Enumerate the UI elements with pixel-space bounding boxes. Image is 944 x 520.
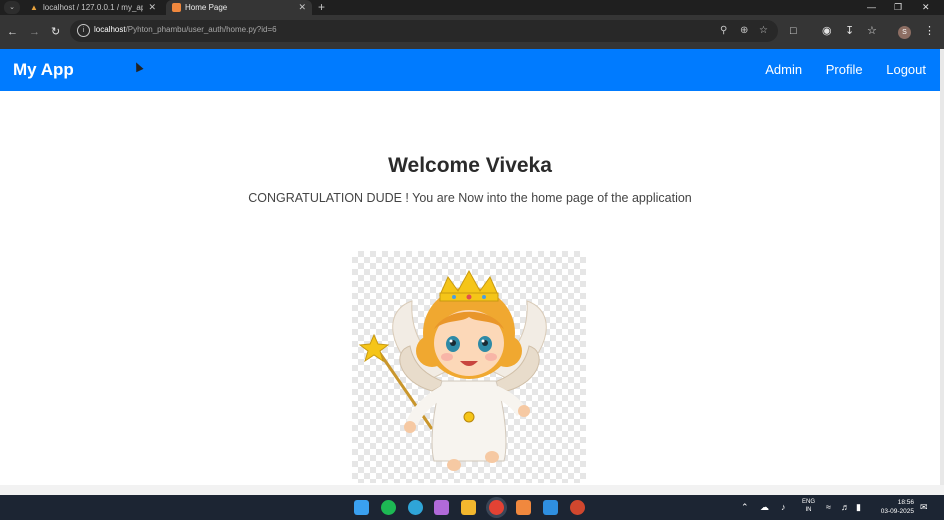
tray-chevron-icon[interactable]: ⌃ bbox=[741, 502, 749, 513]
password-key-icon[interactable]: ⚲ bbox=[720, 24, 727, 38]
notification-icon[interactable]: ✉ bbox=[920, 502, 928, 513]
page-favicon-icon bbox=[172, 3, 181, 12]
bookmark-star-icon[interactable]: ☆ bbox=[759, 24, 768, 38]
minimize-icon[interactable]: — bbox=[867, 0, 876, 15]
file-explorer-icon[interactable] bbox=[461, 500, 476, 515]
language-indicator[interactable]: ENG IN bbox=[802, 498, 815, 514]
angel-image bbox=[352, 251, 586, 483]
brand-logo[interactable]: My App bbox=[13, 60, 74, 80]
page-scrollbar[interactable] bbox=[940, 49, 944, 495]
battery-icon[interactable]: ▮ bbox=[856, 502, 861, 513]
zoom-icon[interactable]: ⊕ bbox=[740, 24, 748, 38]
reload-icon[interactable]: ↻ bbox=[51, 25, 60, 39]
angel-illustration-icon bbox=[358, 269, 547, 471]
windows-taskbar: ⌃ ☁ ♪ ENG IN ≈ ♬ ▮ 18:56 03-09-2025 ✉ bbox=[0, 495, 944, 520]
nav-link-profile[interactable]: Profile bbox=[826, 62, 863, 77]
cloud-offline-icon[interactable]: ☁ bbox=[760, 502, 769, 513]
tab-title: Home Page bbox=[185, 3, 228, 12]
system-clock[interactable]: 18:56 03-09-2025 bbox=[872, 498, 914, 516]
tab-home-page[interactable]: Home Page ✕ bbox=[166, 0, 312, 15]
restore-icon[interactable]: ❐ bbox=[894, 0, 902, 15]
browser-toolbar: ← → ↻ i localhost/Pyhton_phambu/user_aut… bbox=[0, 15, 944, 49]
tab-phpmyadmin[interactable]: ▲ localhost / 127.0.0.1 / my_app / ✕ bbox=[24, 0, 162, 15]
browser-menu-icon[interactable]: ⋮ bbox=[924, 24, 935, 38]
extensions-icon[interactable]: □ bbox=[790, 24, 797, 38]
tab-title: localhost / 127.0.0.1 / my_app / bbox=[43, 3, 143, 12]
window-close-icon[interactable]: ✕ bbox=[922, 0, 930, 15]
powerpoint-icon[interactable] bbox=[570, 500, 585, 515]
nav-link-logout[interactable]: Logout bbox=[886, 62, 926, 77]
wifi-icon[interactable]: ≈ bbox=[826, 502, 831, 513]
spotify-icon[interactable] bbox=[381, 500, 396, 515]
tab-close-icon[interactable]: ✕ bbox=[148, 0, 156, 15]
back-icon[interactable]: ← bbox=[7, 25, 18, 39]
profile-avatar[interactable]: S bbox=[898, 26, 911, 39]
download-icon[interactable]: ↧ bbox=[845, 24, 854, 38]
site-info-icon[interactable]: i bbox=[77, 24, 90, 37]
main-content: Welcome Viveka CONGRATULATION DUDE ! You… bbox=[0, 91, 940, 495]
microphone-icon[interactable]: ♪ bbox=[781, 502, 786, 513]
phpmyadmin-favicon-icon: ▲ bbox=[30, 3, 38, 12]
incognito-icon[interactable]: ◉ bbox=[822, 24, 832, 38]
welcome-heading: Welcome Viveka bbox=[388, 154, 552, 177]
xampp-icon[interactable] bbox=[516, 500, 531, 515]
nav-links: Admin Profile Logout bbox=[745, 62, 926, 77]
browser-tab-strip: ⌄ ▲ localhost / 127.0.0.1 / my_app / ✕ H… bbox=[0, 0, 944, 15]
chrome-icon[interactable] bbox=[489, 500, 504, 515]
volume-icon[interactable]: ♬ bbox=[841, 502, 850, 513]
vscode-icon[interactable] bbox=[543, 500, 558, 515]
windows-start-icon[interactable] bbox=[354, 500, 369, 515]
favorites-icon[interactable]: ☆ bbox=[867, 24, 877, 38]
new-tab-icon[interactable]: + bbox=[318, 0, 325, 14]
copilot-icon[interactable] bbox=[434, 500, 449, 515]
edge-icon[interactable] bbox=[408, 500, 423, 515]
tab-search-icon[interactable]: ⌄ bbox=[4, 1, 20, 14]
tab-close-icon[interactable]: ✕ bbox=[298, 0, 306, 15]
welcome-message: CONGRATULATION DUDE ! You are Now into t… bbox=[248, 191, 692, 205]
forward-icon[interactable]: → bbox=[29, 25, 40, 39]
nav-link-admin[interactable]: Admin bbox=[765, 62, 802, 77]
url-text[interactable]: localhost/Pyhton_phambu/user_auth/home.p… bbox=[94, 25, 277, 34]
page-bottom-strip bbox=[0, 485, 944, 495]
address-bar[interactable]: i localhost/Pyhton_phambu/user_auth/home… bbox=[70, 20, 778, 42]
